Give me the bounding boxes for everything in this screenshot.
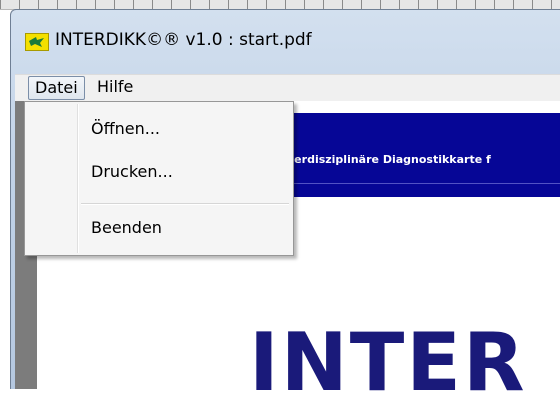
menu-item-beenden[interactable]: Beenden	[91, 218, 162, 237]
window-title: INTERDIKK©® v1.0 : start.pdf	[55, 30, 312, 50]
menu-bar: Datei Hilfe	[15, 74, 560, 102]
menu-icon-gutter	[77, 104, 79, 253]
menu-separator	[81, 203, 289, 205]
banner-text: Interdisziplinäre Diagnostikkarte f	[277, 153, 491, 166]
menu-item-drucken[interactable]: Drucken...	[91, 162, 173, 181]
menu-hilfe[interactable]: Hilfe	[91, 76, 139, 98]
title-bar[interactable]: INTERDIKK©® v1.0 : start.pdf	[11, 10, 560, 66]
document-heading: INTER	[249, 316, 527, 409]
menu-datei[interactable]: Datei	[28, 76, 85, 100]
banner-divider	[277, 183, 560, 184]
app-logo-icon	[25, 33, 49, 51]
menu-item-oeffnen[interactable]: Öffnen...	[91, 119, 160, 138]
datei-dropdown-menu: Öffnen... Drucken... Beenden	[24, 101, 294, 256]
